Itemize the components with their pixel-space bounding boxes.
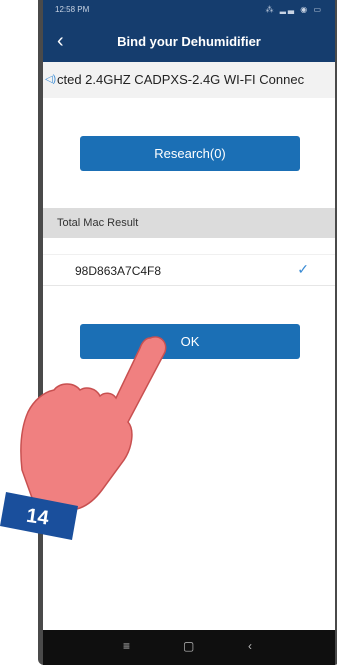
- page-title: Bind your Dehumidifier: [117, 34, 261, 49]
- status-icons: ⁂ ▂▃ ◉ ▭: [265, 5, 323, 14]
- menu-icon[interactable]: ≡: [123, 639, 130, 653]
- ok-button[interactable]: OK: [80, 324, 300, 359]
- status-time: 12:58 PM: [55, 5, 90, 14]
- phone-screen: 12:58 PM ⁂ ▂▃ ◉ ▭ ‹ Bind your Dehumidifi…: [43, 0, 335, 665]
- mac-result-row[interactable]: 98D863A7C4F8 ✓: [43, 254, 335, 286]
- speaker-icon: ◁): [45, 74, 57, 85]
- system-nav-bar: ≡ ▢ ‹: [43, 630, 335, 665]
- app-header: 12:58 PM ⁂ ▂▃ ◉ ▭ ‹ Bind your Dehumidifi…: [43, 0, 335, 62]
- status-bar: 12:58 PM ⁂ ▂▃ ◉ ▭: [43, 0, 335, 22]
- mac-address: 98D863A7C4F8: [75, 264, 162, 278]
- section-title: Total Mac Result: [57, 217, 139, 229]
- wifi-marquee: ◁) cted 2.4GHZ CADPXS-2.4G WI-FI Connec: [43, 62, 335, 98]
- check-icon: ✓: [297, 261, 309, 277]
- back-icon[interactable]: ‹: [248, 639, 252, 653]
- research-button[interactable]: Research(0): [80, 136, 300, 171]
- section-header: Total Mac Result: [43, 208, 335, 238]
- marquee-text: cted 2.4GHZ CADPXS-2.4G WI-FI Connec: [57, 72, 305, 87]
- home-icon[interactable]: ▢: [183, 639, 194, 653]
